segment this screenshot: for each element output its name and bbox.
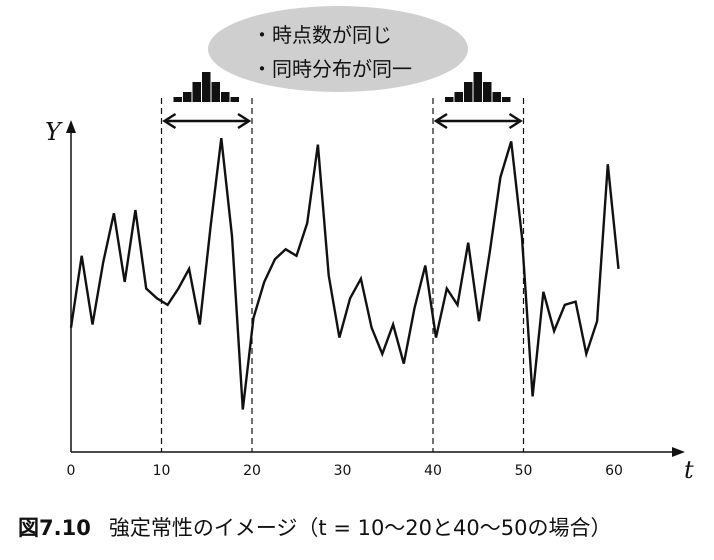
distribution-histogram-bar: [202, 72, 211, 102]
distribution-histogram-bar: [464, 82, 473, 102]
distribution-histogram-bar: [183, 92, 192, 102]
distribution-histogram-bar: [221, 92, 230, 102]
x-tick-label: 0: [67, 463, 76, 479]
distribution-histogram-bar: [492, 92, 501, 102]
x-tick-label: 20: [243, 463, 261, 479]
x-tick-label: 50: [515, 463, 533, 479]
y-axis-arrow: [66, 120, 76, 133]
distribution-histogram-bar: [230, 97, 239, 102]
figure-number: 図7.10: [18, 516, 91, 540]
distribution-histogram-bar: [445, 97, 454, 102]
distribution-histogram-bar: [192, 82, 201, 102]
axes: Y t: [45, 118, 694, 484]
distribution-histogram-bar: [211, 82, 220, 102]
x-tick-label: 60: [605, 463, 623, 479]
distribution-histogram-bar: [473, 72, 482, 102]
distribution-histogram-bar: [173, 97, 182, 102]
x-tick-labels: 0 10 20 30 40 50 60: [67, 463, 623, 479]
y-axis-label: Y: [45, 118, 63, 146]
x-axis-label: t: [684, 456, 694, 484]
figure-caption: 図7.10 強定常性のイメージ（t = 10〜20と40〜50の場合）: [18, 508, 708, 548]
x-tick-label: 40: [424, 463, 442, 479]
x-tick-label: 10: [153, 463, 171, 479]
time-series-line: [69, 137, 620, 410]
window-markers: [160, 72, 525, 452]
series-line-group: [69, 137, 620, 410]
stationarity-figure: ・時点数が同じ ・同時分布が同一 Y t 0 10 20 30 40 50 60: [45, 6, 694, 484]
x-tick-label: 30: [334, 463, 352, 479]
bubble-line-2: ・同時分布が同一: [252, 57, 412, 81]
bubble-line-1: ・時点数が同じ: [252, 23, 392, 47]
speech-bubble: ・時点数が同じ ・同時分布が同一: [208, 6, 468, 92]
distribution-histogram-bar: [483, 82, 492, 102]
distribution-histogram-bar: [502, 97, 511, 102]
distribution-histogram-bar: [454, 92, 463, 102]
caption-text: 強定常性のイメージ（t = 10〜20と40〜50の場合）: [108, 516, 612, 540]
